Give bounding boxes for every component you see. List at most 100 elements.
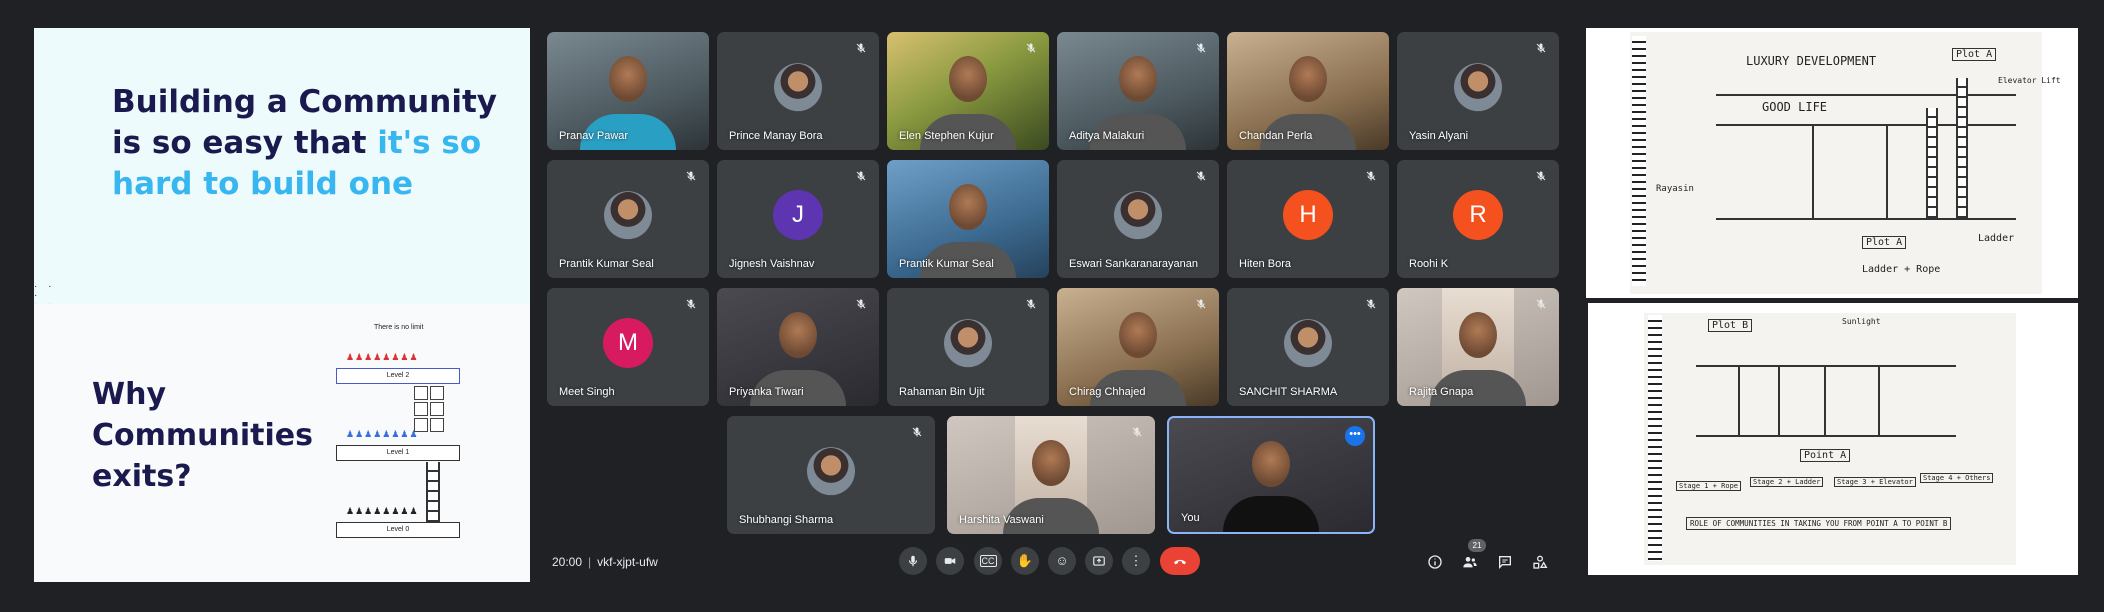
sketch-line	[1886, 124, 1888, 218]
mic-button[interactable]	[899, 547, 927, 575]
participant-name: Prantik Kumar Seal	[559, 258, 654, 270]
participant-video-face	[1119, 312, 1157, 359]
participant-tile[interactable]: Priyanka Tiwari	[717, 288, 879, 406]
sketch-ladder-rope-label: Ladder + Rope	[1862, 264, 1941, 275]
participant-name: Chandan Perla	[1239, 130, 1313, 142]
participant-tile[interactable]: SANCHIT SHARMA	[1227, 288, 1389, 406]
mic-muted-icon	[1365, 297, 1379, 311]
captions-button[interactable]: CC	[974, 547, 1002, 575]
people-icon	[1463, 557, 1477, 568]
sketch-stage-2: Stage 2 + Ladder	[1750, 477, 1824, 487]
mic-muted-icon	[1025, 41, 1039, 55]
sketch-line	[1716, 94, 2016, 96]
sketch-elevator	[1956, 78, 1968, 218]
sketch-point-a-label: Point A	[1800, 449, 1851, 462]
mic-muted-icon	[1195, 41, 1209, 55]
participant-tile[interactable]: Yasin Alyani	[1397, 32, 1559, 150]
participant-video-face	[949, 184, 987, 231]
participant-photo	[944, 319, 992, 368]
participant-tile[interactable]: Chirag Chhajed	[1057, 288, 1219, 406]
participant-avatar: J	[773, 190, 823, 240]
block-icon	[430, 386, 444, 400]
participant-video-face	[1252, 440, 1290, 487]
people-level0-icon: ♟♟♟♟♟♟♟♟	[346, 506, 419, 516]
present-button[interactable]	[1085, 547, 1113, 575]
block-icon	[414, 402, 428, 416]
participant-tile[interactable]: H Hiten Bora	[1227, 160, 1389, 278]
participant-tile[interactable]: Aditya Malakuri	[1057, 32, 1219, 150]
chat-icon	[1499, 556, 1511, 569]
participant-photo	[1454, 63, 1502, 112]
people-button[interactable]	[1459, 551, 1481, 573]
participant-video-face	[1289, 56, 1327, 103]
participant-tile[interactable]: Pranav Pawar	[547, 32, 709, 150]
meeting-code[interactable]: vkf-xjpt-ufw	[597, 555, 658, 569]
block-icon	[430, 402, 444, 416]
meeting-time: 20:00	[552, 555, 583, 569]
participant-tile[interactable]: J Jignesh Vaishnav	[717, 160, 879, 278]
mic-icon	[908, 555, 918, 567]
participant-name: Aditya Malakuri	[1069, 130, 1145, 142]
participant-photo	[604, 191, 652, 240]
participant-photo	[774, 63, 822, 112]
participant-name: Chirag Chhajed	[1069, 386, 1146, 398]
participant-tile[interactable]: Chandan Perla	[1227, 32, 1389, 150]
block-icon	[414, 386, 428, 400]
tile-more-options-icon[interactable]: •••	[1345, 426, 1365, 446]
mic-muted-icon	[1131, 425, 1145, 439]
mic-muted-icon	[855, 297, 869, 311]
notebook-sketch-luxury: LUXURY DEVELOPMENT Plot A GOOD LIFE Elev…	[1586, 28, 2078, 298]
more-options-icon: ⋮	[1129, 553, 1143, 568]
participant-avatar: H	[1283, 190, 1333, 240]
meeting-details-button[interactable]	[1424, 551, 1446, 573]
participant-name: Yasin Alyani	[1409, 130, 1469, 142]
participant-name: Priyanka Tiwari	[729, 386, 804, 398]
mic-muted-icon	[911, 425, 925, 439]
more-options-button[interactable]: ⋮	[1122, 547, 1150, 575]
chat-button[interactable]	[1494, 551, 1516, 573]
participant-tile[interactable]: Shubhangi Sharma	[727, 416, 935, 534]
participant-photo	[1284, 319, 1332, 368]
sketch-line	[1696, 435, 1956, 437]
camera-icon	[944, 558, 956, 564]
participant-tile[interactable]: R Roohi K	[1397, 160, 1559, 278]
participant-video-face	[1119, 56, 1157, 103]
participant-tile[interactable]: Harshita Vaswani	[947, 416, 1155, 534]
participant-tile[interactable]: Prince Manay Bora	[717, 32, 879, 150]
participant-name: Prince Manay Bora	[729, 130, 823, 142]
participant-tile[interactable]: Rajita Gnapa	[1397, 288, 1559, 406]
sketch-line	[1778, 365, 1780, 435]
mic-muted-icon	[1535, 169, 1549, 183]
slide1-title: Building a Community is so easy that it'…	[112, 84, 497, 202]
sketch-line	[1716, 218, 2016, 220]
participant-video-face	[949, 56, 987, 103]
mic-muted-icon	[855, 41, 869, 55]
sketch-line	[1812, 124, 1814, 218]
sketch-caption: ROLE OF COMMUNITIES IN TAKING YOU FROM P…	[1686, 517, 1952, 530]
sketch-ladder-label: Ladder	[1978, 233, 2015, 244]
raise-hand-icon: ✋	[1016, 553, 1034, 568]
raise-hand-button[interactable]: ✋	[1011, 547, 1039, 575]
emoji-button[interactable]: ☺	[1048, 547, 1076, 575]
participant-tile[interactable]: Elen Stephen Kujur	[887, 32, 1049, 150]
end-call-button[interactable]	[1160, 547, 1200, 575]
mic-muted-icon	[1535, 297, 1549, 311]
sketch-line	[1824, 365, 1826, 435]
participant-avatar: M	[603, 318, 653, 368]
level-0-box: Level 0	[336, 522, 460, 538]
mic-muted-icon	[685, 297, 699, 311]
participant-tile[interactable]: Rahaman Bin Ujit	[887, 288, 1049, 406]
participant-tile[interactable]: M Meet Singh	[547, 288, 709, 406]
slide2-caption: There is no limit	[374, 324, 424, 331]
emoji-icon: ☺	[1055, 553, 1069, 568]
participant-tile[interactable]: Prantik Kumar Seal	[547, 160, 709, 278]
info-icon	[1428, 555, 1442, 569]
people-level2-icon: ♟♟♟♟♟♟♟♟	[346, 352, 419, 362]
participant-tile[interactable]: ••• You	[1167, 416, 1375, 534]
mic-muted-icon	[1535, 41, 1549, 55]
participant-tile[interactable]: Prantik Kumar Seal	[887, 160, 1049, 278]
participant-name: Meet Singh	[559, 386, 615, 398]
activities-button[interactable]	[1529, 551, 1551, 573]
participant-tile[interactable]: Eswari Sankaranarayanan	[1057, 160, 1219, 278]
camera-button[interactable]	[936, 547, 964, 575]
